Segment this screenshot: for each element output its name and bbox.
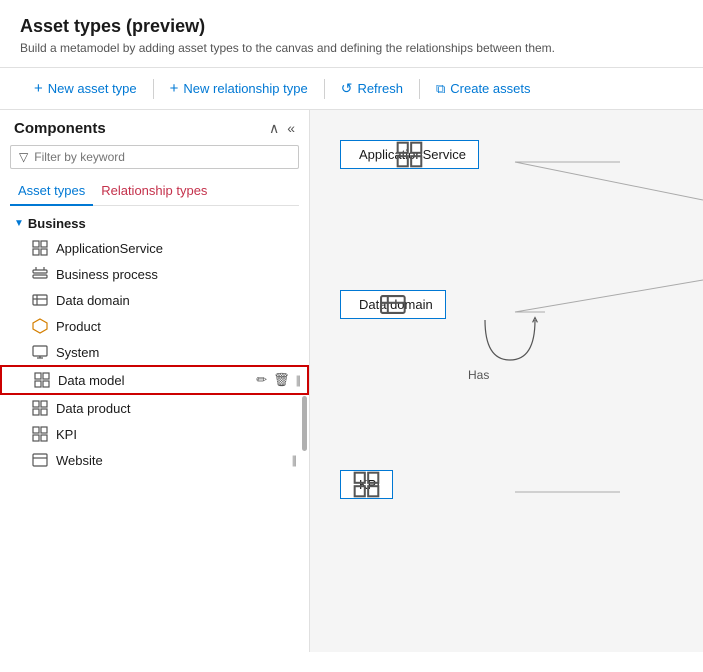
business-section-header[interactable]: ▼ Business (0, 212, 309, 235)
plus-icon: + (34, 80, 43, 97)
filter-box: ▽ (10, 145, 299, 169)
edit-icon[interactable]: ✏ (256, 372, 267, 388)
application-service-icon (32, 240, 48, 256)
create-assets-button[interactable]: ⧉ Create assets (422, 75, 545, 103)
tabs: Asset types Relationship types (10, 177, 299, 206)
item-label: System (56, 345, 295, 360)
list-item[interactable]: ApplicationService (0, 235, 309, 261)
filter-input[interactable] (34, 150, 290, 164)
filter-icon: ▽ (19, 150, 28, 164)
tab-asset-types[interactable]: Asset types (10, 177, 93, 206)
sidebar-header: Components ∧ « (0, 110, 309, 145)
section-triangle-icon: ▼ (14, 218, 24, 229)
business-section: ▼ Business ApplicationService Business p… (0, 212, 309, 473)
item-label: Data product (56, 401, 295, 416)
toolbar-separator-2 (324, 79, 325, 99)
create-icon: ⧉ (436, 81, 445, 97)
page-subtitle: Build a metamodel by adding asset types … (20, 41, 683, 55)
item-label: Business process (56, 267, 295, 282)
item-label: Product (56, 319, 295, 334)
kpi-icon (32, 426, 48, 442)
list-item[interactable]: KPI (0, 421, 309, 447)
list-item[interactable]: Business process (0, 261, 309, 287)
node-label: KPI (359, 477, 380, 492)
list-item[interactable]: Website ||| (0, 447, 309, 473)
header: Asset types (preview) Build a metamodel … (0, 0, 703, 55)
toolbar: + New asset type + New relationship type… (0, 67, 703, 110)
asset-tree: ▼ Business ApplicationService Business p… (0, 206, 309, 652)
data-model-icon (34, 372, 50, 388)
canvas-connections (310, 110, 703, 652)
business-process-icon (32, 266, 48, 282)
collapse-left-icon[interactable]: « (287, 120, 295, 137)
plus-icon-2: + (170, 80, 179, 97)
sidebar: Components ∧ « ▽ Asset types Relationshi… (0, 110, 310, 652)
item-label: ApplicationService (56, 241, 295, 256)
node-label: Data domain (359, 297, 433, 312)
main-layout: Components ∧ « ▽ Asset types Relationshi… (0, 110, 703, 652)
list-item[interactable]: Data domain (0, 287, 309, 313)
refresh-icon: ↺ (341, 80, 353, 97)
tab-relationship-types[interactable]: Relationship types (93, 177, 215, 206)
data-domain-icon (32, 292, 48, 308)
scrollbar-indicator[interactable] (302, 396, 307, 451)
list-item[interactable]: Product (0, 313, 309, 339)
node-label: ApplicationService (359, 147, 466, 162)
canvas-node-kpi[interactable]: KPI (340, 470, 393, 499)
list-item[interactable]: Data product (0, 395, 309, 421)
item-label: Website (56, 453, 284, 468)
data-model-item[interactable]: Data model ✏ 🗑 ||| (0, 365, 309, 395)
system-icon (32, 344, 48, 360)
item-label: Data model (58, 373, 248, 388)
sidebar-controls: ∧ « (269, 120, 295, 137)
canvas-node-application-service[interactable]: ApplicationService (340, 140, 479, 169)
business-section-label: Business (28, 216, 86, 231)
toolbar-separator-3 (419, 79, 420, 99)
toolbar-separator-1 (153, 79, 154, 99)
new-asset-type-button[interactable]: + New asset type (20, 74, 151, 103)
item-label: KPI (56, 427, 295, 442)
has-relationship-label: Has (468, 368, 489, 382)
canvas: ApplicationService Data domain Has KPI (310, 110, 703, 652)
drag-handle-icon[interactable]: ||| (296, 373, 299, 387)
refresh-button[interactable]: ↺ Refresh (327, 74, 417, 103)
list-item[interactable]: System (0, 339, 309, 365)
data-product-icon (32, 400, 48, 416)
page-title: Asset types (preview) (20, 16, 683, 37)
product-icon (32, 318, 48, 334)
new-relationship-type-button[interactable]: + New relationship type (156, 74, 322, 103)
components-title: Components (14, 120, 106, 137)
delete-icon[interactable]: 🗑 (273, 372, 290, 388)
drag-handle-icon-website: ||| (292, 453, 295, 467)
item-label: Data domain (56, 293, 295, 308)
canvas-node-data-domain[interactable]: Data domain (340, 290, 446, 319)
collapse-up-icon[interactable]: ∧ (269, 120, 279, 137)
website-icon (32, 452, 48, 468)
